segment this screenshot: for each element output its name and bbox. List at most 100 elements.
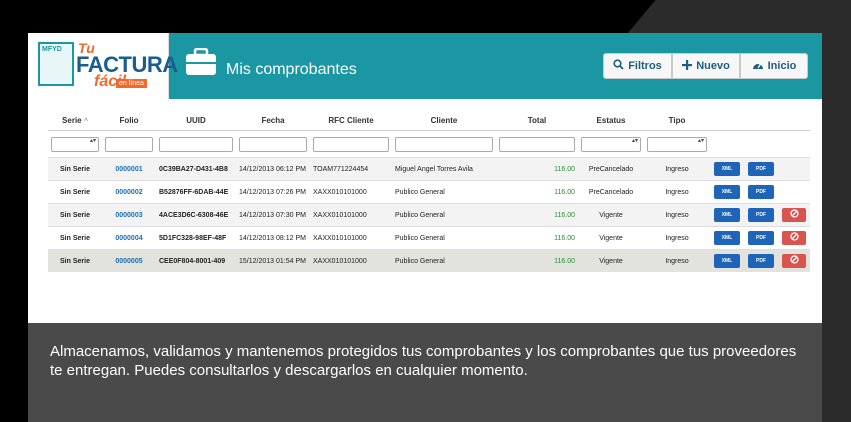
folio-link[interactable]: 0000005: [102, 249, 156, 272]
ban-icon: [789, 232, 799, 241]
pdf-download-button[interactable]: PDF: [748, 231, 774, 245]
tipo-cell: Ingreso: [644, 180, 710, 204]
cliente-cell: Publico General: [392, 180, 496, 204]
caption-panel: Almacenamos, validamos y mantenemos prot…: [28, 323, 822, 422]
briefcase-icon: [186, 48, 216, 75]
pdf-download-button[interactable]: PDF: [748, 254, 774, 268]
ban-icon: [789, 209, 799, 218]
xml-download-button[interactable]: XML: [714, 254, 740, 268]
col-estatus[interactable]: Estatus: [578, 110, 644, 131]
uuid-cell: 4ACE3D6C-6308-46E: [156, 203, 236, 227]
search-icon: [613, 59, 624, 73]
table-row[interactable]: Sin Serie 0000003 4ACE3D6C-6308-46E 14/12/2…: [48, 203, 810, 227]
table-row[interactable]: Sin Serie 0000001 0C39BA27-D431-4B8 14/12/2…: [48, 157, 810, 181]
rfc-filter-input[interactable]: [313, 136, 389, 152]
frame-side: [822, 0, 851, 422]
folio-link[interactable]: 0000001: [102, 157, 156, 181]
comprobantes-table: Serie ^ Folio UUID Fecha RFC Cliente Cli…: [48, 110, 810, 272]
xml-download-button[interactable]: XML: [714, 208, 740, 222]
serie-cell: Sin Serie: [48, 180, 102, 204]
sort-indicator: ^: [83, 117, 88, 125]
fecha-cell: 14/12/2013 07:26 PM: [236, 180, 310, 204]
ban-icon: [789, 255, 799, 264]
folio-link[interactable]: 0000004: [102, 226, 156, 250]
home-label: Inicio: [767, 60, 797, 72]
serie-cell: Sin Serie: [48, 157, 102, 181]
serie-cell: Sin Serie: [48, 249, 102, 272]
tipo-filter-select[interactable]: [647, 136, 707, 152]
header-toolbar: Filtros Nuevo Inicio: [603, 53, 808, 79]
estatus-cell: Vigente: [578, 203, 644, 227]
fecha-cell: 14/12/2013 06:12 PM: [236, 157, 310, 181]
logo[interactable]: MFYD Tu FACTURA fácil en línea: [28, 33, 178, 99]
filter-row: [48, 130, 810, 158]
xml-download-button[interactable]: XML: [714, 162, 740, 176]
fecha-filter-input[interactable]: [239, 136, 307, 152]
estatus-cell: Vigente: [578, 249, 644, 272]
device-frame: MFYD Tu FACTURA fácil en línea Mis compr…: [0, 0, 851, 422]
rfc-cell: XAXX010101000: [310, 226, 392, 250]
col-serie[interactable]: Serie ^: [48, 110, 102, 131]
cliente-cell: Publico General: [392, 226, 496, 250]
total-cell: 116.00: [496, 249, 578, 272]
home-button[interactable]: Inicio: [740, 53, 808, 79]
total-cell: 116.00: [496, 203, 578, 227]
tipo-cell: Ingreso: [644, 157, 710, 181]
col-tipo[interactable]: Tipo: [644, 110, 710, 131]
document-icon: MFYD: [38, 42, 74, 86]
table-row[interactable]: Sin Serie 0000005 CEE0F804-8001-409 15/12/2…: [48, 249, 810, 272]
total-filter-input[interactable]: [499, 136, 575, 152]
estatus-cell: PreCancelado: [578, 157, 644, 181]
rfc-cell: XAXX010101000: [310, 180, 392, 204]
estatus-filter-select[interactable]: [581, 136, 641, 152]
rfc-cell: TOAM771224454: [310, 157, 392, 181]
table-header: Serie ^ Folio UUID Fecha RFC Cliente Cli…: [48, 110, 810, 131]
folio-link[interactable]: 0000002: [102, 180, 156, 204]
uuid-cell: CEE0F804-8001-409: [156, 249, 236, 272]
uuid-cell: B52876FF-6DAB-44E: [156, 180, 236, 204]
new-button[interactable]: Nuevo: [672, 53, 740, 79]
col-cliente[interactable]: Cliente: [392, 110, 496, 131]
app-header: MFYD Tu FACTURA fácil en línea Mis compr…: [28, 33, 822, 99]
folio-filter-input[interactable]: [105, 136, 153, 152]
serie-cell: Sin Serie: [48, 203, 102, 227]
plus-icon: [682, 59, 693, 73]
col-fecha[interactable]: Fecha: [236, 110, 310, 131]
cliente-filter-input[interactable]: [395, 136, 493, 152]
col-folio[interactable]: Folio: [102, 110, 156, 131]
cliente-cell: Miguel Angel Torres Avila: [392, 157, 496, 181]
serie-filter-select[interactable]: [51, 136, 99, 152]
cancel-button[interactable]: [782, 254, 806, 268]
fecha-cell: 14/12/2013 07:30 PM: [236, 203, 310, 227]
xml-download-button[interactable]: XML: [714, 231, 740, 245]
estatus-cell: PreCancelado: [578, 180, 644, 204]
estatus-cell: Vigente: [578, 226, 644, 250]
col-total[interactable]: Total: [496, 110, 578, 131]
app-screen: MFYD Tu FACTURA fácil en línea Mis compr…: [28, 33, 822, 323]
cliente-cell: Publico General: [392, 203, 496, 227]
filters-button[interactable]: Filtros: [603, 53, 672, 79]
new-label: Nuevo: [696, 60, 730, 72]
uuid-filter-input[interactable]: [159, 136, 233, 152]
total-cell: 116.00: [496, 157, 578, 181]
total-cell: 116.00: [496, 180, 578, 204]
table-row[interactable]: Sin Serie 0000004 5D1FC328-98EF-48F 14/12/2…: [48, 226, 810, 250]
pdf-download-button[interactable]: PDF: [748, 208, 774, 222]
pdf-download-button[interactable]: PDF: [748, 185, 774, 199]
folio-link[interactable]: 0000003: [102, 203, 156, 227]
fecha-cell: 14/12/2013 08:12 PM: [236, 226, 310, 250]
tipo-cell: Ingreso: [644, 226, 710, 250]
xml-download-button[interactable]: XML: [714, 185, 740, 199]
col-uuid[interactable]: UUID: [156, 110, 236, 131]
total-cell: 116.00: [496, 226, 578, 250]
filters-label: Filtros: [628, 60, 662, 72]
uuid-cell: 0C39BA27-D431-4B8: [156, 157, 236, 181]
uuid-cell: 5D1FC328-98EF-48F: [156, 226, 236, 250]
cliente-cell: Publico General: [392, 249, 496, 272]
cancel-button[interactable]: [782, 208, 806, 222]
pdf-download-button[interactable]: PDF: [748, 162, 774, 176]
col-rfc[interactable]: RFC Cliente: [310, 110, 392, 131]
dashboard-icon: [752, 59, 764, 73]
cancel-button[interactable]: [782, 231, 806, 245]
table-row[interactable]: Sin Serie 0000002 B52876FF-6DAB-44E 14/12/2…: [48, 180, 810, 204]
